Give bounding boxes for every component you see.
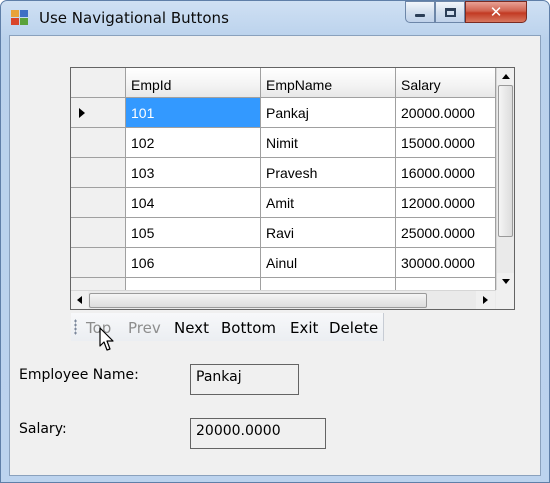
close-icon: ✕ (489, 3, 503, 21)
cell-empname[interactable]: Ravi (261, 218, 396, 248)
grid-corner-header[interactable] (71, 68, 126, 98)
cell-salary[interactable]: 16000.0000 (396, 158, 496, 188)
delete-button[interactable]: Delete (329, 319, 378, 337)
window-title: Use Navigational Buttons (39, 9, 229, 27)
cell-salary[interactable]: 30000.0000 (396, 248, 496, 278)
minimize-icon (415, 14, 425, 17)
cell-empid[interactable]: 103 (126, 158, 261, 188)
salary-label: Salary: (19, 421, 67, 437)
table-row[interactable]: 106 Ainul 30000.0000 (71, 248, 496, 278)
employee-data-grid[interactable]: EmpId EmpName Salary 101 Pankaj 20000.00… (70, 67, 515, 310)
grid-header-row: EmpId EmpName Salary (71, 68, 496, 98)
cell-empid[interactable]: 106 (126, 248, 261, 278)
table-row[interactable]: 102 Nimit 15000.0000 (71, 128, 496, 158)
cell-empid[interactable]: 105 (126, 218, 261, 248)
navigation-toolstrip: Top Prev Next Bottom Exit Delete (71, 313, 384, 341)
scrollbar-corner (496, 290, 514, 309)
cell-salary[interactable]: 12000.0000 (396, 188, 496, 218)
row-header[interactable] (71, 128, 126, 158)
column-header-salary[interactable]: Salary (396, 68, 496, 98)
row-header[interactable] (71, 158, 126, 188)
column-header-empid[interactable]: EmpId (126, 68, 261, 98)
table-row[interactable]: 105 Ravi 25000.0000 (71, 218, 496, 248)
maximize-button[interactable] (435, 1, 465, 23)
cell-empid[interactable]: 102 (126, 128, 261, 158)
employee-name-label: Employee Name: (19, 367, 139, 383)
horizontal-scrollbar[interactable] (71, 290, 496, 309)
scroll-down-button[interactable] (497, 273, 514, 290)
row-header[interactable] (71, 188, 126, 218)
form-client-area: EmpId EmpName Salary 101 Pankaj 20000.00… (9, 35, 541, 476)
close-button[interactable]: ✕ (465, 1, 527, 23)
cell-empname[interactable]: Amit (261, 188, 396, 218)
grid-viewport: EmpId EmpName Salary 101 Pankaj 20000.00… (71, 68, 496, 308)
exit-button[interactable]: Exit (290, 319, 318, 337)
horizontal-scroll-thumb[interactable] (89, 293, 427, 308)
vertical-scroll-thumb[interactable] (498, 85, 513, 237)
row-header[interactable] (71, 218, 126, 248)
cell-salary[interactable]: 20000.0000 (396, 98, 496, 128)
minimize-button[interactable] (405, 1, 435, 23)
table-row[interactable]: 101 Pankaj 20000.0000 (71, 98, 496, 128)
cell-empname[interactable]: Pankaj (261, 98, 396, 128)
vertical-scrollbar[interactable] (496, 68, 514, 290)
table-row[interactable]: 103 Pravesh 16000.0000 (71, 158, 496, 188)
title-bar[interactable]: Use Navigational Buttons ✕ (1, 1, 549, 35)
bottom-button[interactable]: Bottom (221, 319, 276, 337)
cell-empname[interactable]: Ainul (261, 248, 396, 278)
next-button[interactable]: Next (174, 319, 209, 337)
cell-salary[interactable]: 15000.0000 (396, 128, 496, 158)
mouse-pointer-icon (99, 327, 114, 351)
scroll-up-button[interactable] (497, 68, 514, 85)
row-header[interactable] (71, 98, 126, 128)
row-header[interactable] (71, 248, 126, 278)
arrow-left-icon (77, 296, 82, 304)
salary-field[interactable]: 20000.0000 (190, 418, 326, 449)
employee-name-field[interactable]: Pankaj (190, 364, 299, 395)
app-icon (11, 10, 29, 26)
cell-empname[interactable]: Nimit (261, 128, 396, 158)
prev-button[interactable]: Prev (128, 319, 161, 337)
scroll-right-button[interactable] (476, 291, 495, 309)
maximize-icon (444, 7, 456, 17)
cell-empname[interactable]: Pravesh (261, 158, 396, 188)
table-row[interactable]: 104 Amit 12000.0000 (71, 188, 496, 218)
current-row-arrow-icon (79, 108, 85, 118)
arrow-up-icon (501, 74, 510, 79)
column-header-empname[interactable]: EmpName (261, 68, 396, 98)
toolstrip-grip-icon[interactable] (74, 319, 77, 335)
app-window: Use Navigational Buttons ✕ EmpId EmpName… (0, 0, 550, 483)
arrow-right-icon (483, 296, 488, 304)
cell-empid[interactable]: 101 (126, 98, 261, 128)
arrow-down-icon (501, 279, 510, 284)
scroll-left-button[interactable] (71, 291, 88, 309)
cell-salary[interactable]: 25000.0000 (396, 218, 496, 248)
cell-empid[interactable]: 104 (126, 188, 261, 218)
